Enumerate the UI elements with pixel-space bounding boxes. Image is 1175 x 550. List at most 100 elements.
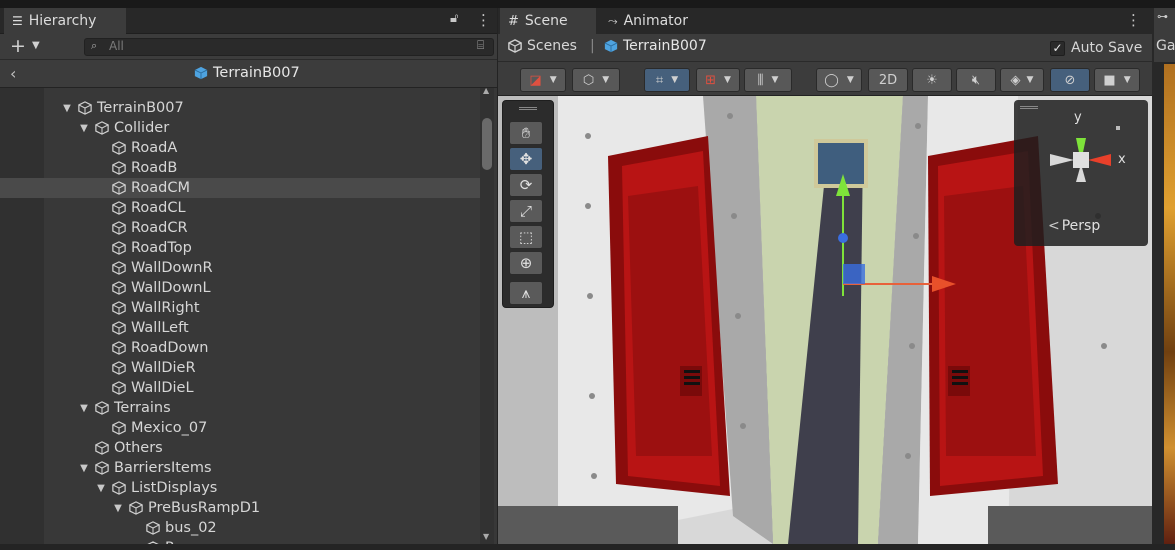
more-menu-icon[interactable]: ⋮: [1126, 11, 1141, 29]
move-icon: ✥: [519, 150, 533, 168]
gamepad-icon: ⊶: [1157, 10, 1168, 23]
tree-row-label: ListDisplays: [131, 480, 218, 496]
add-button[interactable]: +: [10, 35, 26, 57]
tree-row-label: Mexico_07: [131, 420, 208, 436]
lighting-toggle[interactable]: ☀︎: [912, 68, 952, 92]
tree-row[interactable]: RoadDown: [0, 338, 480, 358]
gameobject-cube-icon: [112, 161, 126, 175]
palette-handle[interactable]: [519, 107, 537, 110]
global-local-toggle[interactable]: ⌗ ▼: [644, 68, 690, 92]
audio-toggle[interactable]: 🔇︎: [956, 68, 996, 92]
gameobject-cube-icon: [112, 201, 126, 215]
gameobject-cube-icon: [112, 181, 126, 195]
expand-arrow-icon[interactable]: ▼: [96, 483, 106, 494]
checkbox-icon[interactable]: ✓: [1050, 40, 1065, 56]
snap-icon: ⊞: [705, 72, 716, 88]
tree-row-label: RoadA: [131, 140, 178, 156]
expand-arrow-icon[interactable]: ▼: [79, 463, 89, 474]
crumb-scenes[interactable]: Scenes: [508, 38, 577, 54]
tree-row[interactable]: ▼ TerrainB007: [0, 98, 480, 118]
transform-tool-button[interactable]: ⊕: [509, 251, 543, 275]
chevron-down-icon[interactable]: ▼: [32, 40, 40, 51]
tree-row[interactable]: RoadA: [0, 138, 480, 158]
toggle-2d-button[interactable]: 2D: [868, 68, 908, 92]
rect-tool-button[interactable]: ⬚: [509, 225, 543, 249]
tab-hierarchy[interactable]: ☰ Hierarchy: [4, 8, 126, 34]
tree-row[interactable]: ▼ ListDisplays: [0, 478, 480, 498]
tab-animator[interactable]: ⤳ Animator: [600, 8, 710, 34]
chevron-down-icon: ▼: [1026, 75, 1034, 85]
tools-palette: ✋︎ ✥ ⟳ ⤢ ⬚ ⊕ ⩚: [502, 100, 554, 308]
increment-snap-dropdown[interactable]: ⫼ ▼: [744, 68, 792, 92]
gameobject-cube-icon: [95, 121, 109, 135]
grid-snap-dropdown[interactable]: ⊞ ▼: [696, 68, 740, 92]
tab-game-label-area: Ga: [1154, 34, 1175, 62]
tree-row[interactable]: RoadTop: [0, 238, 480, 258]
crumb-current[interactable]: TerrainB007: [604, 38, 707, 54]
expand-arrow-icon[interactable]: ▼: [79, 123, 89, 134]
tab-scene[interactable]: # Scene: [500, 8, 596, 34]
tab-game[interactable]: ⊶: [1154, 8, 1175, 34]
chevron-down-icon: ▼: [723, 75, 731, 85]
auto-save-toggle[interactable]: ✓ Auto Save: [1050, 40, 1142, 56]
tree-row[interactable]: Mexico_07: [0, 418, 480, 438]
expand-arrow-icon[interactable]: ▼: [62, 103, 72, 114]
tree-row[interactable]: WallLeft: [0, 318, 480, 338]
more-menu-icon[interactable]: ⋮: [476, 11, 491, 29]
tree-row[interactable]: ▼ PreBusRampD1: [0, 498, 480, 518]
tree-row[interactable]: bus_02: [0, 518, 480, 538]
tree-row[interactable]: WallDieL: [0, 378, 480, 398]
scrollbar-thumb[interactable]: [482, 118, 492, 170]
tree-row[interactable]: ▼ Collider: [0, 118, 480, 138]
tree-row-label: Collider: [114, 120, 170, 136]
camera-dropdown[interactable]: ■ ▼: [1094, 68, 1140, 92]
scroll-up-icon[interactable]: ▲: [483, 88, 489, 95]
tree-row[interactable]: RoadCM: [0, 178, 480, 198]
tab-animator-label: Animator: [623, 13, 688, 29]
scroll-down-icon[interactable]: ▼: [483, 532, 489, 541]
hand-tool-button[interactable]: ✋︎: [509, 121, 543, 145]
chevron-down-icon: ▼: [671, 75, 679, 85]
move-tool-button[interactable]: ✥: [509, 147, 543, 171]
visibility-toggle[interactable]: ⊘: [1050, 68, 1090, 92]
breadcrumb-label: TerrainB007: [213, 65, 300, 81]
gizmo-handle[interactable]: [1020, 106, 1038, 109]
tree-row[interactable]: WallDieR: [0, 358, 480, 378]
tree-row[interactable]: ▼ BarriersItems: [0, 458, 480, 478]
shading-mode-dropdown[interactable]: ◯ ▼: [816, 68, 862, 92]
tree-row[interactable]: ▼ Terrains: [0, 398, 480, 418]
transform-icon: ⊕: [519, 254, 533, 272]
crumb-current-label: TerrainB007: [623, 38, 707, 54]
back-chevron-icon[interactable]: ‹: [10, 64, 16, 83]
tree-row-label: RoadB: [131, 160, 178, 176]
lock-icon[interactable]: 🔓︎: [450, 11, 458, 26]
gameobject-cube-icon: [129, 501, 143, 515]
tree-row-label: WallDieL: [131, 380, 194, 396]
gameobject-cube-icon: [112, 281, 126, 295]
tree-row[interactable]: RoadCR: [0, 218, 480, 238]
expand-arrow-icon[interactable]: ▼: [113, 503, 123, 514]
persp-toggle[interactable]: < Persp: [1048, 218, 1100, 234]
tree-row[interactable]: RoadCL: [0, 198, 480, 218]
effects-dropdown[interactable]: ◈ ▼: [1000, 68, 1044, 92]
gameobject-cube-icon: [112, 381, 126, 395]
tree-row[interactable]: Others: [0, 438, 480, 458]
expand-arrow-icon[interactable]: ▼: [79, 403, 89, 414]
search-options-icon[interactable]: ⌸: [477, 38, 484, 53]
tree-row[interactable]: WallDownL: [0, 278, 480, 298]
tree-row[interactable]: WallRight: [0, 298, 480, 318]
gizmo-tools-dropdown[interactable]: ◪ ▼: [520, 68, 566, 92]
gameobject-cube-icon: [112, 481, 126, 495]
tree-row[interactable]: RoadB: [0, 158, 480, 178]
gameobject-cube-icon: [112, 261, 126, 275]
scale-tool-button[interactable]: ⤢: [509, 199, 543, 223]
tree-row[interactable]: WallDownR: [0, 258, 480, 278]
rotate-tool-button[interactable]: ⟳: [509, 173, 543, 197]
scene-viewport[interactable]: ✋︎ ✥ ⟳ ⤢ ⬚ ⊕ ⩚ y x < Persp: [498, 96, 1153, 544]
custom-tool-button[interactable]: ⩚: [509, 281, 543, 305]
gameobject-cube-icon: [95, 461, 109, 475]
pivot-dropdown[interactable]: ⬡ ▼: [572, 68, 620, 92]
scene-toolbar: ◪ ▼ ⬡ ▼ ⌗ ▼ ⊞ ▼ ⫼ ▼ ◯ ▼ 2D ☀︎ 🔇︎ ◈ ▼ ⊘ ■ ▼: [498, 62, 1153, 96]
search-input[interactable]: ⌕ All ⌸: [84, 38, 494, 56]
orientation-gizmo[interactable]: y x < Persp: [1014, 100, 1148, 246]
